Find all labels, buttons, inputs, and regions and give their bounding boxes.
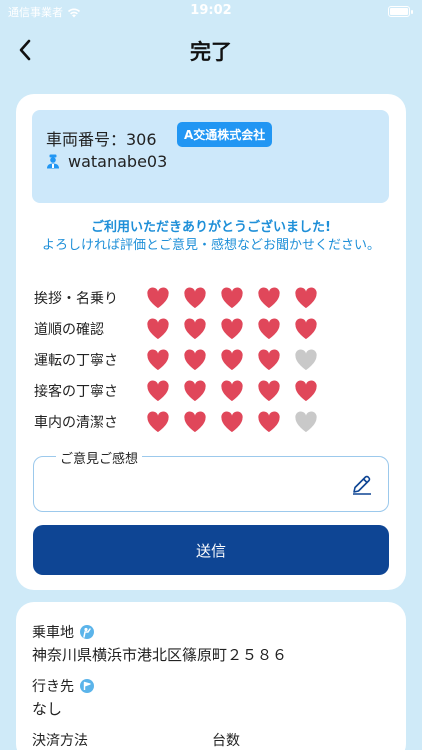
heart-rating (146, 380, 318, 402)
status-time: 19:02 (190, 3, 232, 18)
rating-row: 道順の確認 (34, 317, 394, 341)
status-bar: 通信事業者 19:02 (0, 0, 422, 24)
battery-icon (388, 6, 413, 17)
driver-id: watanabe03 (68, 152, 168, 171)
rating-label: 運転の丁寧さ (34, 353, 118, 369)
heart-filled-icon[interactable] (183, 349, 207, 371)
heart-filled-icon[interactable] (294, 287, 318, 309)
heart-empty-icon[interactable] (294, 349, 318, 371)
heart-filled-icon[interactable] (257, 318, 281, 340)
heart-filled-icon[interactable] (220, 318, 244, 340)
heart-filled-icon[interactable] (183, 318, 207, 340)
pencil-icon[interactable] (350, 472, 374, 496)
heart-rating (146, 287, 318, 309)
heart-filled-icon[interactable] (183, 380, 207, 402)
heart-filled-icon[interactable] (220, 380, 244, 402)
heart-filled-icon[interactable] (146, 349, 170, 371)
rating-row: 接客の丁寧さ (34, 379, 394, 403)
heart-filled-icon[interactable] (257, 380, 281, 402)
heart-filled-icon[interactable] (183, 287, 207, 309)
rating-row: 挨拶・名乗り (34, 286, 394, 310)
comment-field[interactable]: ご意見ご感想 (33, 448, 389, 512)
flag-icon (80, 679, 94, 693)
destination-label: 行き先 (32, 679, 74, 695)
heart-filled-icon[interactable] (294, 380, 318, 402)
heart-filled-icon[interactable] (146, 380, 170, 402)
heart-filled-icon[interactable] (257, 287, 281, 309)
rating-row: 運転の丁寧さ (34, 348, 394, 372)
rating-row: 車内の清潔さ (34, 410, 394, 434)
company-badge: A交通株式会社 (177, 122, 273, 147)
heart-filled-icon[interactable] (146, 318, 170, 340)
thanks-message: ご利用いただきありがとうございました! (91, 220, 331, 235)
page-title: 完了 (190, 40, 232, 64)
vehicle-number: 車両番号：306 (46, 130, 157, 149)
rating-label: 挨拶・名乗り (34, 291, 118, 307)
pickup-row: 乗車地 (32, 622, 94, 642)
heart-rating (146, 411, 318, 433)
hailing-icon (80, 625, 94, 639)
destination-row: 行き先 (32, 676, 94, 696)
nav-bar: 完了 (0, 28, 422, 72)
pickup-label: 乗車地 (32, 625, 74, 641)
heart-filled-icon[interactable] (146, 287, 170, 309)
heart-filled-icon[interactable] (146, 411, 170, 433)
rating-label: 道順の確認 (34, 322, 104, 338)
heart-filled-icon[interactable] (257, 349, 281, 371)
driver-row: watanabe03 (46, 152, 167, 171)
payment-label: 決済方法 (32, 733, 88, 749)
heart-filled-icon[interactable] (220, 287, 244, 309)
feedback-request: よろしければ評価とご意見・感想などお聞かせください。 (41, 238, 380, 253)
pickup-value: 神奈川県横浜市港北区篠原町２５８６ (32, 646, 288, 664)
comment-input[interactable] (44, 473, 344, 497)
destination-value: なし (32, 700, 63, 718)
heart-rating (146, 318, 318, 340)
heart-filled-icon[interactable] (257, 411, 281, 433)
rating-card: 車両番号：306 A交通株式会社 watanabe03 ご利用いただきありがとう… (16, 94, 406, 590)
vehicle-info: 車両番号：306 A交通株式会社 watanabe03 (32, 110, 389, 203)
rating-label: 接客の丁寧さ (34, 384, 118, 400)
comment-label: ご意見ご感想 (56, 448, 143, 467)
heart-filled-icon[interactable] (183, 411, 207, 433)
heart-filled-icon[interactable] (220, 349, 244, 371)
driver-icon (47, 154, 59, 169)
heart-empty-icon[interactable] (294, 411, 318, 433)
rating-label: 車内の清潔さ (34, 415, 118, 431)
heart-rating (146, 349, 318, 371)
heart-filled-icon[interactable] (294, 318, 318, 340)
count-label: 台数 (212, 733, 240, 749)
heart-filled-icon[interactable] (220, 411, 244, 433)
trip-info-card: 乗車地 神奈川県横浜市港北区篠原町２５８６ 行き先 なし 決済方法 台数 (16, 602, 406, 750)
submit-button[interactable]: 送信 (33, 525, 389, 575)
